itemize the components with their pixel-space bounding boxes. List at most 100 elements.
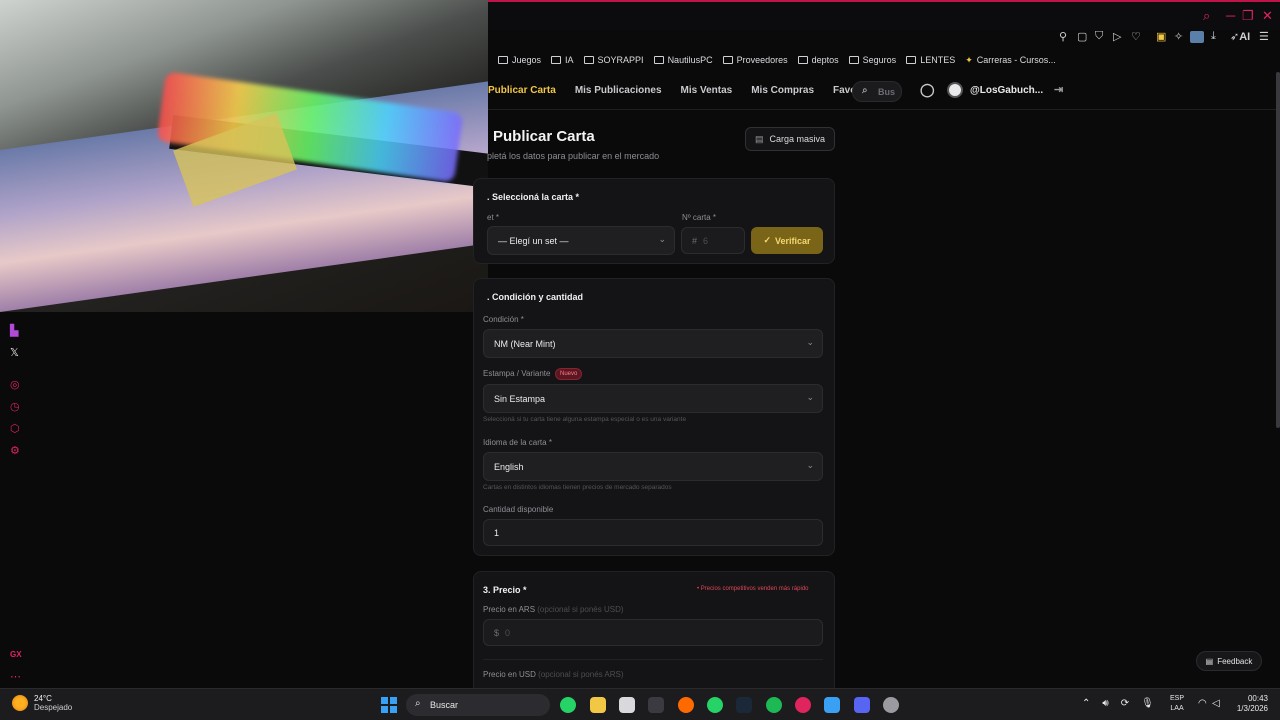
chat-icon[interactable]: ◯ [920,82,935,98]
nav-mis-compras[interactable]: Mis Compras [751,85,814,96]
bookmark-ia[interactable]: IA [551,55,574,65]
history-icon[interactable]: ◷ [10,400,20,413]
microphone-icon[interactable]: 🎙︎ [1141,698,1154,709]
condition-value: NM (Near Mint) [494,339,556,349]
play-icon[interactable]: ▷ [1113,30,1121,43]
speaker-icon[interactable]: ◁ [1212,698,1220,709]
weather-widget[interactable]: 24°C Despejado [12,694,72,712]
section-title: . Seleccioná la carta * [487,192,580,202]
download-icon[interactable]: ⤓ [1211,30,1216,43]
start-button[interactable] [381,697,397,713]
chevron-down-icon: ⌄ [806,460,814,470]
bookmark-lentes[interactable]: LENTES [906,55,955,65]
bookmark-soyrappi[interactable]: SOYRAPPI [583,55,644,65]
hash-prefix: # [692,236,698,246]
bookmark-label: NautilusPC [667,55,713,65]
stamp-hint: Seleccioná si tu carta tiene alguna esta… [483,416,687,423]
bookmark-nautiluspc[interactable]: NautilusPC [653,55,713,65]
avatar[interactable] [947,82,963,98]
player-icon[interactable]: ◎ [10,378,20,391]
pin-icon[interactable]: ⚲ [1059,30,1067,43]
section-title: . Condición y cantidad [487,292,584,302]
chevron-down-icon: ⌄ [806,392,814,402]
folder-icon [551,56,562,64]
feedback-label: Feedback [1217,656,1253,666]
sync-icon[interactable]: ⟳ [1121,698,1129,709]
x-icon[interactable]: 𝕏 [10,346,19,359]
whatsapp-business-icon[interactable] [707,697,723,713]
lang-top: ESP [1170,695,1185,702]
taskbar-search-label: Buscar [430,700,459,710]
card-number-input[interactable]: #6 [681,227,745,254]
profile-thumb-icon[interactable] [1190,31,1204,43]
brave-icon[interactable] [678,697,694,713]
minimize-icon[interactable]: ─ [1226,8,1235,23]
set-label: et * [487,213,500,222]
usd-price-label: Precio en USD (opcional si ponés ARS) [483,670,624,679]
bookmark-seguros[interactable]: Seguros [848,55,896,65]
snapshot-icon[interactable]: ▢ [1077,30,1087,43]
search-input[interactable]: ⌕ Bus [852,81,902,102]
shield-icon[interactable]: ⛉ [1095,30,1103,43]
chevron-up-icon[interactable]: ⌃ [1082,698,1090,709]
app-icon[interactable] [854,697,870,713]
language-indicator[interactable]: ESP LAA [1170,694,1184,714]
new-badge: Nuevo [555,368,583,380]
set-select[interactable]: — Elegí un set — ⌄ [487,226,675,255]
taskbar-search[interactable]: ⌕ Buscar [406,694,550,716]
verify-button[interactable]: ✓ Verificar [751,227,823,254]
stamp-label: Estampa / Variante [483,369,551,378]
puzzle-icon[interactable]: ✧ [1174,30,1183,43]
twitch-icon[interactable]: ▙ [10,324,18,337]
bookmark-deptos[interactable]: deptos [797,55,839,65]
file-explorer-icon[interactable] [590,697,606,713]
settings-icon[interactable]: ⚙ [10,444,20,457]
search-tabs-icon[interactable]: ⌕ [1203,8,1210,24]
nav-publicar-carta[interactable]: Publicar Carta [488,85,556,96]
logout-icon[interactable]: ⇥ [1054,83,1063,96]
stamp-select[interactable]: Sin Estampa ⌄ [483,384,823,413]
volume-icon[interactable]: 🔊︎ [1102,698,1108,709]
close-icon[interactable]: ✕ [1262,8,1273,24]
spotify-icon[interactable] [766,697,782,713]
quantity-input[interactable]: 1 [483,519,823,546]
nav-mis-publicaciones[interactable]: Mis Publicaciones [575,85,662,96]
condition-select[interactable]: NM (Near Mint) ⌄ [483,329,823,358]
notepad-icon[interactable] [619,697,635,713]
time: 00:43 [1247,694,1268,703]
extension-icon[interactable]: ▣ [1156,30,1166,43]
clock[interactable]: 00:43 1/3/2026 [1228,694,1268,714]
whatsapp-icon[interactable] [560,697,576,713]
restore-icon[interactable]: ❐ [1242,8,1254,24]
folder-icon [583,56,594,64]
terminal-icon[interactable] [648,697,664,713]
system-tray: ⌃ 🔊︎ ⟳ 🎙︎ [1082,698,1154,709]
page-scrollbar[interactable] [1276,72,1280,428]
ars-price-label: Precio en ARS (opcional si ponés USD) [483,605,624,614]
card-number-placeholder: 6 [703,236,709,246]
extensions-icon[interactable]: ⬡ [10,422,20,435]
aria-ai-icon[interactable]: ➶AI [1230,30,1250,43]
ars-hint: (opcional si ponés USD) [537,605,624,614]
bookmark-juegos[interactable]: Juegos [498,55,541,65]
webcam-overlay [0,0,488,312]
feedback-button[interactable]: ▤ Feedback [1196,651,1262,671]
chatgpt-icon[interactable] [883,697,899,713]
more-icon[interactable]: ⋯ [10,670,21,683]
gx-logo-icon[interactable]: GX [10,650,22,659]
nav-mis-ventas[interactable]: Mis Ventas [681,85,733,96]
ars-price-input[interactable]: $0 [483,619,823,646]
username[interactable]: @LosGabuch... [970,85,1043,96]
bookmark-label: deptos [811,55,839,65]
bulk-upload-button[interactable]: ▤ Carga masiva [745,127,835,151]
wifi-icon[interactable]: ◠ [1198,698,1207,709]
language-select[interactable]: English ⌄ [483,452,823,481]
opera-gx-icon[interactable] [795,697,811,713]
heart-icon[interactable]: ♡ [1131,30,1141,43]
bookmark-carreras[interactable]: ✦ Carreras - Cursos... [965,55,1056,66]
menu-icon[interactable]: ☰ [1259,30,1269,43]
chat-bubble-icon: ▤ [1205,656,1214,666]
steam-icon[interactable] [736,697,752,713]
photos-icon[interactable] [824,697,840,713]
bookmark-proveedores[interactable]: Proveedores [722,55,788,65]
